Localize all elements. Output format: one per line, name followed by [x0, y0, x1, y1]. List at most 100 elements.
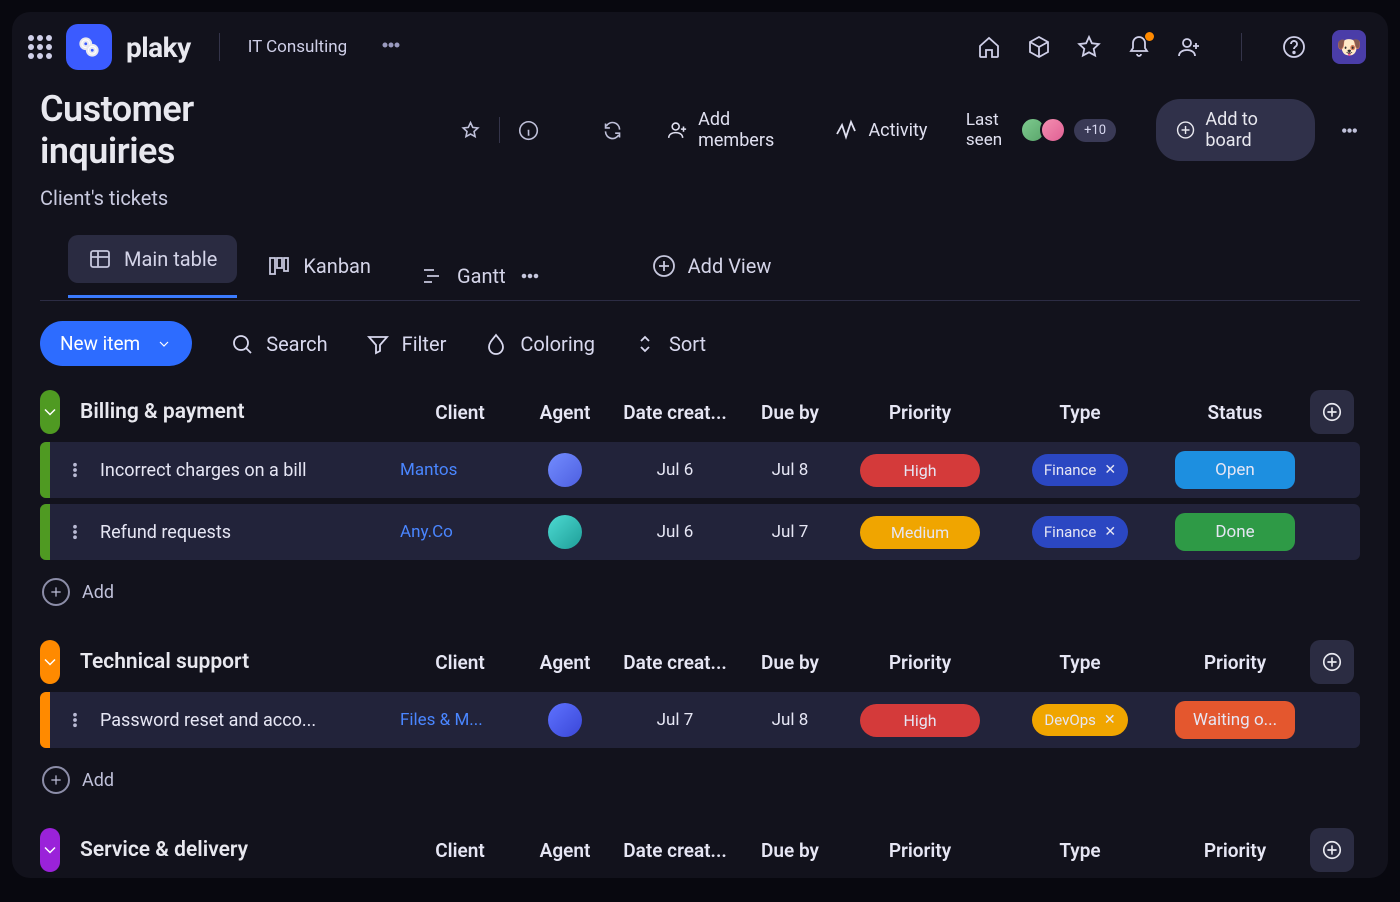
column-header-priority[interactable]: Priority: [840, 651, 1000, 674]
column-header-client[interactable]: Client: [400, 651, 520, 674]
column-header-client[interactable]: Client: [400, 839, 520, 862]
column-header-type[interactable]: Type: [1000, 839, 1160, 862]
board-more-icon[interactable]: [1339, 118, 1360, 142]
tag-remove-icon[interactable]: ✕: [1104, 524, 1116, 540]
favorite-star-icon[interactable]: [460, 118, 481, 142]
tag-remove-icon[interactable]: ✕: [1104, 462, 1116, 478]
cell-status[interactable]: Open: [1160, 451, 1310, 489]
add-members-button[interactable]: Add members: [667, 109, 796, 151]
cell-due-by[interactable]: Jul 7: [740, 522, 840, 542]
cell-title[interactable]: Password reset and acco...: [100, 710, 400, 731]
cube-icon[interactable]: [1027, 35, 1051, 59]
cell-type[interactable]: Finance✕: [1000, 454, 1160, 486]
cell-status[interactable]: Waiting o...: [1160, 701, 1310, 739]
cell-due-by[interactable]: Jul 8: [740, 710, 840, 730]
cell-status[interactable]: Done: [1160, 513, 1310, 551]
column-header-agent[interactable]: Agent: [520, 401, 610, 424]
cell-type[interactable]: DevOps✕: [1000, 704, 1160, 736]
column-header-priority[interactable]: Priority: [840, 401, 1000, 424]
tab-gantt[interactable]: Gantt: [401, 252, 562, 300]
cell-date-created[interactable]: Jul 7: [610, 710, 740, 730]
new-item-button[interactable]: New item: [40, 321, 192, 366]
last-seen[interactable]: Last seen +10: [966, 110, 1116, 150]
group-collapse-button[interactable]: [40, 640, 60, 684]
add-column-button[interactable]: [1310, 828, 1354, 872]
tag-remove-icon[interactable]: ✕: [1104, 712, 1116, 728]
cell-agent[interactable]: [520, 515, 610, 549]
cell-due-by[interactable]: Jul 8: [740, 460, 840, 480]
cell-client[interactable]: Files & M...: [400, 710, 520, 730]
droplet-icon: [484, 332, 508, 356]
activity-button[interactable]: Activity: [834, 118, 927, 142]
cell-priority[interactable]: Medium: [840, 516, 1000, 549]
column-header-date-created[interactable]: Date creat...: [610, 401, 740, 424]
sync-icon[interactable]: [602, 118, 623, 142]
group-name[interactable]: Service & delivery: [80, 838, 380, 862]
add-row-button[interactable]: Add: [40, 566, 1360, 622]
apps-grid-icon[interactable]: [28, 35, 52, 59]
tab-more-icon[interactable]: [518, 264, 542, 288]
column-header-agent[interactable]: Agent: [520, 651, 610, 674]
column-header-last[interactable]: Priority: [1160, 651, 1310, 674]
cell-client[interactable]: Mantos: [400, 460, 520, 480]
brand-logo[interactable]: [66, 24, 112, 70]
row-menu-icon[interactable]: [50, 711, 100, 729]
row-menu-icon[interactable]: [50, 523, 100, 541]
add-view-button[interactable]: Add View: [632, 242, 792, 290]
column-header-last[interactable]: Priority: [1160, 839, 1310, 862]
column-header-type[interactable]: Type: [1000, 651, 1160, 674]
column-header-client[interactable]: Client: [400, 401, 520, 424]
cell-type[interactable]: Finance✕: [1000, 516, 1160, 548]
cell-client[interactable]: Any.Co: [400, 522, 520, 542]
table-row[interactable]: Password reset and acco... Files & M... …: [40, 692, 1360, 748]
info-icon[interactable]: [518, 118, 539, 142]
column-header-date-created[interactable]: Date creat...: [610, 651, 740, 674]
group-name[interactable]: Technical support: [80, 650, 380, 674]
search-button[interactable]: Search: [230, 332, 327, 356]
filter-button[interactable]: Filter: [366, 332, 447, 356]
column-header-last[interactable]: Status: [1160, 401, 1310, 424]
tab-label: Main table: [124, 247, 217, 271]
cell-title[interactable]: Incorrect charges on a bill: [100, 460, 400, 481]
cell-agent[interactable]: [520, 703, 610, 737]
group-name[interactable]: Billing & payment: [80, 400, 380, 424]
column-header-due-by[interactable]: Due by: [740, 839, 840, 862]
column-header-type[interactable]: Type: [1000, 401, 1160, 424]
table-row[interactable]: Refund requests Any.Co Jul 6 Jul 7 Mediu…: [40, 504, 1360, 560]
cell-date-created[interactable]: Jul 6: [610, 522, 740, 542]
tab-kanban[interactable]: Kanban: [247, 242, 391, 290]
filter-label: Filter: [402, 332, 447, 356]
add-column-button[interactable]: [1310, 640, 1354, 684]
group-collapse-button[interactable]: [40, 828, 60, 872]
column-header-due-by[interactable]: Due by: [740, 401, 840, 424]
cell-date-created[interactable]: Jul 6: [610, 460, 740, 480]
sort-button[interactable]: Sort: [633, 332, 706, 356]
coloring-button[interactable]: Coloring: [484, 332, 595, 356]
cell-priority[interactable]: High: [840, 704, 1000, 737]
home-icon[interactable]: [977, 35, 1001, 59]
row-menu-icon[interactable]: [50, 461, 100, 479]
add-row-button[interactable]: Add: [40, 754, 1360, 810]
add-column-button[interactable]: [1310, 390, 1354, 434]
column-header-priority[interactable]: Priority: [840, 839, 1000, 862]
cell-agent[interactable]: [520, 453, 610, 487]
star-icon[interactable]: [1077, 35, 1101, 59]
column-header-agent[interactable]: Agent: [520, 839, 610, 862]
tab-main-table[interactable]: Main table: [68, 235, 237, 283]
column-header-date-created[interactable]: Date creat...: [610, 839, 740, 862]
table-row[interactable]: Incorrect charges on a bill Mantos Jul 6…: [40, 442, 1360, 498]
cell-priority[interactable]: High: [840, 454, 1000, 487]
row-color-stripe: [40, 442, 50, 498]
add-members-label: Add members: [698, 109, 796, 151]
column-header-due-by[interactable]: Due by: [740, 651, 840, 674]
cell-title[interactable]: Refund requests: [100, 522, 400, 543]
workspace-more-icon[interactable]: [379, 33, 403, 61]
add-user-icon[interactable]: [1177, 35, 1201, 59]
add-to-board-button[interactable]: Add to board: [1156, 99, 1315, 161]
workspace-name[interactable]: IT Consulting: [248, 37, 347, 57]
user-avatar[interactable]: 🐶: [1332, 30, 1366, 64]
sort-label: Sort: [669, 332, 706, 356]
help-icon[interactable]: [1282, 35, 1306, 59]
bell-icon[interactable]: [1127, 35, 1151, 59]
group-collapse-button[interactable]: [40, 390, 60, 434]
